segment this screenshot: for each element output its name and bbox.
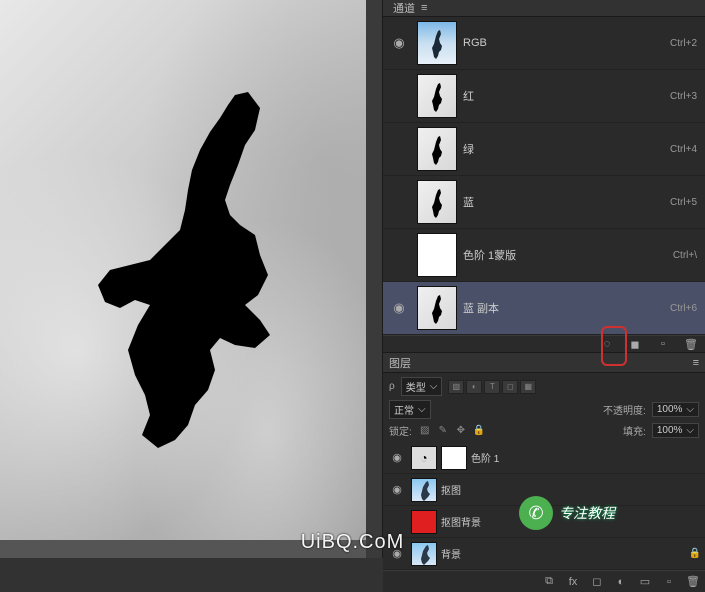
layer-name: 抠图 (441, 482, 461, 497)
channel-blue[interactable]: 蓝 Ctrl+5 (383, 176, 705, 229)
channels-title: 通道 (393, 0, 415, 16)
fx-icon[interactable]: fx (565, 574, 581, 590)
channel-levels-mask[interactable]: 色阶 1蒙版 Ctrl+\ (383, 229, 705, 282)
layer-levels[interactable]: ◉ ◔ 色阶 1 (383, 442, 705, 474)
channel-thumbnail (417, 286, 457, 330)
load-selection-icon[interactable]: ◌ (599, 336, 615, 352)
silhouette-figure (80, 90, 320, 460)
lock-position-icon[interactable]: ✥ (454, 424, 468, 438)
channel-green[interactable]: 绿 Ctrl+4 (383, 123, 705, 176)
filter-pixel-icon[interactable]: ▧ (448, 380, 464, 394)
layers-footer: ⧉ fx ◻ ◐ ▭ ▫ 🗑 (383, 570, 705, 592)
eye-icon[interactable]: ◉ (387, 35, 411, 51)
layer-name: 色阶 1 (471, 450, 499, 465)
delete-channel-icon[interactable]: 🗑 (683, 336, 699, 352)
channel-shortcut: Ctrl+\ (673, 250, 697, 261)
fill-label: 填充: (623, 423, 646, 438)
link-layers-icon[interactable]: ⧉ (541, 574, 557, 590)
layer-name: 背景 (441, 546, 461, 561)
new-layer-icon[interactable]: ▫ (661, 574, 677, 590)
layer-background[interactable]: ◉ 背景 🔒 (383, 538, 705, 570)
layer-thumbnail (411, 478, 437, 502)
eye-icon[interactable]: ◉ (387, 483, 407, 496)
watermark-url: UiBQ.CoM (301, 531, 405, 554)
layers-panel-header: 图层 ≡ (383, 353, 705, 373)
channel-thumbnail (417, 233, 457, 277)
layer-thumbnail (411, 542, 437, 566)
layer-thumbnail (411, 510, 437, 534)
group-icon[interactable]: ▭ (637, 574, 653, 590)
watermark-text: 专注教程 (559, 503, 615, 523)
channel-name: 红 (463, 88, 670, 104)
channel-shortcut: Ctrl+3 (670, 91, 697, 102)
channel-name: RGB (463, 37, 670, 49)
channels-panel-header: 通道 ≡ (383, 0, 705, 17)
wechat-icon: ✆ (519, 496, 553, 530)
channel-thumbnail (417, 74, 457, 118)
mask-icon[interactable]: ◻ (589, 574, 605, 590)
layer-name: 抠图背景 (441, 514, 481, 529)
channel-name: 绿 (463, 141, 670, 157)
adjustment-icon[interactable]: ◐ (613, 574, 629, 590)
channel-shortcut: Ctrl+4 (670, 144, 697, 155)
channel-shortcut: Ctrl+5 (670, 197, 697, 208)
channel-rgb[interactable]: ◉ RGB Ctrl+2 (383, 17, 705, 70)
vertical-scrollbar[interactable] (366, 0, 382, 558)
lock-icon: 🔒 (689, 548, 701, 559)
layer-kind-filter[interactable]: 类型 ⌵ (401, 377, 443, 396)
layer-thumbnail: ◔ (411, 446, 437, 470)
channels-footer: ◌ ◼ ▫ 🗑 (383, 335, 705, 352)
channel-name: 蓝 (463, 194, 670, 210)
channel-blue-copy[interactable]: ◉ 蓝 副本 Ctrl+6 (383, 282, 705, 335)
layers-title: 图层 (389, 355, 411, 371)
channel-name: 蓝 副本 (463, 300, 670, 316)
lock-paint-icon[interactable]: ✎ (436, 424, 450, 438)
lock-all-icon[interactable]: 🔒 (472, 424, 486, 438)
new-channel-icon[interactable]: ▫ (655, 336, 671, 352)
watermark-brand: ✆ 专注教程 (519, 496, 615, 530)
filter-smart-icon[interactable]: ▦ (520, 380, 536, 394)
panel-menu-icon[interactable]: ≡ (421, 2, 427, 14)
opacity-input[interactable]: 100% ⌵ (652, 402, 699, 417)
channel-shortcut: Ctrl+2 (670, 38, 697, 49)
opacity-label: 不透明度: (603, 402, 646, 417)
right-panel: 通道 ≡ ◉ RGB Ctrl+2 红 Ctrl+3 (382, 0, 705, 558)
layers-controls: ρ 类型 ⌵ ▧ ◐ T ◻ ▦ 正常 ⌵ 不透明度: 100% ⌵ (383, 373, 705, 442)
delete-layer-icon[interactable]: 🗑 (685, 574, 701, 590)
fill-input[interactable]: 100% ⌵ (652, 423, 699, 438)
lock-transparent-icon[interactable]: ▨ (418, 424, 432, 438)
eye-icon[interactable]: ◉ (387, 451, 407, 464)
filter-shape-icon[interactable]: ◻ (502, 380, 518, 394)
channel-red[interactable]: 红 Ctrl+3 (383, 70, 705, 123)
filter-type-icon[interactable]: T (484, 380, 500, 394)
channels-list: ◉ RGB Ctrl+2 红 Ctrl+3 绿 (383, 17, 705, 335)
panel-menu-icon[interactable]: ≡ (693, 357, 699, 369)
channel-name: 色阶 1蒙版 (463, 247, 673, 263)
eye-icon[interactable]: ◉ (387, 300, 411, 316)
lock-label: 锁定: (389, 423, 412, 438)
channel-thumbnail (417, 127, 457, 171)
channel-shortcut: Ctrl+6 (670, 303, 697, 314)
layers-panel: 图层 ≡ ρ 类型 ⌵ ▧ ◐ T ◻ ▦ 正常 ⌵ 不 (383, 352, 705, 592)
filter-adjust-icon[interactable]: ◐ (466, 380, 482, 394)
canvas-area[interactable] (0, 0, 382, 558)
document-canvas[interactable] (0, 0, 382, 540)
layer-mask-thumbnail (441, 446, 467, 470)
channel-thumbnail (417, 21, 457, 65)
blend-mode-select[interactable]: 正常 ⌵ (389, 400, 431, 419)
save-selection-icon[interactable]: ◼ (627, 336, 643, 352)
channel-thumbnail (417, 180, 457, 224)
